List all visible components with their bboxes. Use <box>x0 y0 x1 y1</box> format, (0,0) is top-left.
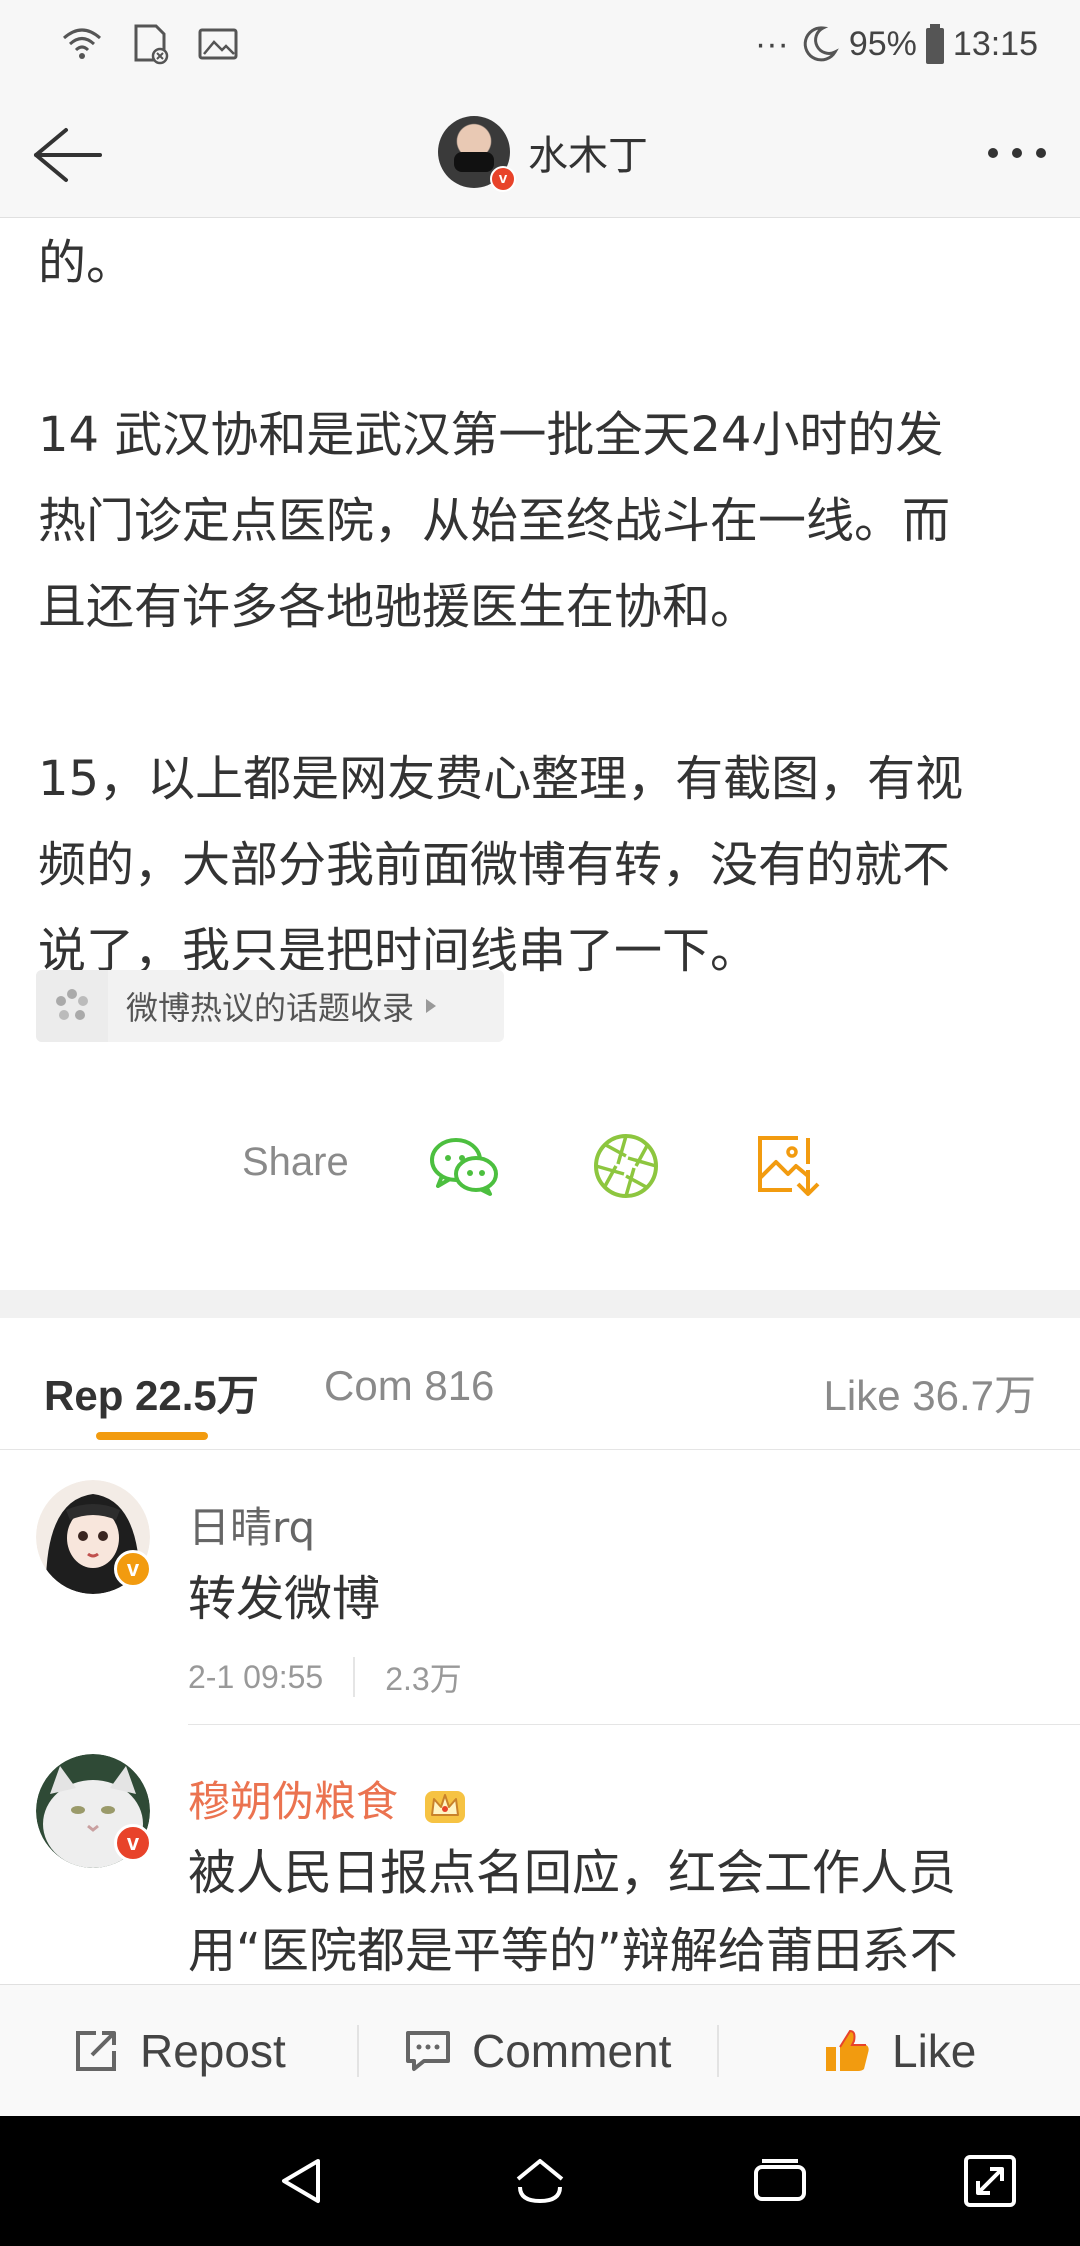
post-line: 频的，大部分我前面微博有转，没有的就不 <box>38 837 951 893</box>
comment-text-line: 用“医院都是平等的”辩解给莆田系不 <box>188 1923 958 1979</box>
verified-badge-icon: v <box>490 166 516 192</box>
image-notification-icon <box>198 28 238 60</box>
comment-icon <box>406 2031 450 2071</box>
comment-time: 2-1 09:55 <box>188 1658 324 1695</box>
comment-text-line: 被人民日报点名回应，红会工作人员 <box>188 1845 957 1901</box>
clock: 13:15 <box>952 24 1038 63</box>
tab-comments[interactable]: Com 816 <box>324 1362 494 1410</box>
wifi-icon <box>63 28 101 59</box>
active-tab-indicator <box>96 1432 208 1440</box>
verified-badge-icon: v <box>114 1550 152 1588</box>
action-divider <box>717 2025 719 2077</box>
share-label: Share <box>242 1140 349 1184</box>
commenter-name-text: 穆朔伪粮食 <box>188 1777 399 1826</box>
avatar-mask-detail <box>454 152 494 172</box>
status-bar: ··· 95% 13:15 <box>0 0 1080 92</box>
post-line: 且还有许多各地驰援医生在协和。 <box>38 579 759 635</box>
post-line: 15，以上都是网友费心整理，有截图，有视 <box>38 751 964 807</box>
do-not-disturb-moon-icon <box>803 26 839 62</box>
comment-button[interactable]: Comment <box>402 1985 671 2117</box>
tab-likes[interactable]: Like 36.7万 <box>824 1362 1036 1423</box>
repost-button[interactable]: Repost <box>70 1985 286 2117</box>
comment-text: 被人民日报点名回应，红会工作人员 用“医院都是平等的”辩解给莆田系不 <box>188 1834 1048 1990</box>
thumbs-up-icon <box>826 2029 869 2071</box>
status-right: ··· 95% 13:15 <box>755 22 1038 66</box>
comment-divider <box>188 1724 1080 1725</box>
section-divider <box>0 1290 1080 1318</box>
author-avatar[interactable]: v <box>438 116 516 192</box>
topic-collection-chip[interactable]: 微博热议的话题收录 <box>36 970 504 1042</box>
comment-label: Comment <box>472 2025 672 2077</box>
nav-fullscreen-icon[interactable] <box>960 2151 1020 2211</box>
sd-card-icon <box>134 24 169 65</box>
more-options-icon[interactable] <box>988 148 1046 158</box>
wechat-icon[interactable] <box>428 1130 500 1202</box>
repost-label: Repost <box>140 2025 286 2077</box>
vip-crown-icon <box>425 1790 466 1823</box>
more-notifications-dots: ··· <box>754 24 789 63</box>
action-divider <box>357 2025 359 2077</box>
post-line: 的。 <box>38 235 135 291</box>
status-left-icons <box>60 22 240 66</box>
pinwheel-icon <box>36 970 108 1042</box>
post-line: 14 武汉协和是武汉第一批全天24小时的发 <box>38 407 944 463</box>
post-line: 热门诊定点医院，从始至终战斗在一线。而 <box>38 493 951 549</box>
author-header[interactable]: v 水木丁 <box>438 116 648 192</box>
avatar[interactable]: v <box>36 1754 152 1868</box>
bottom-action-bar: Repost Comment Like <box>0 1984 1080 2116</box>
post-body: 的。 14 武汉协和是武汉第一批全天24小时的发 热门诊定点医院，从始至终战斗在… <box>38 220 1048 994</box>
repost-icon <box>76 2031 116 2071</box>
author-name[interactable]: 水木丁 <box>528 123 648 181</box>
like-label: Like <box>892 2025 977 2077</box>
top-nav-bar: v 水木丁 <box>0 92 1080 218</box>
battery-percent: 95% <box>848 24 917 63</box>
interaction-tabs: Rep 22.5万 Com 816 Like 36.7万 <box>0 1318 1080 1450</box>
chevron-right-icon <box>426 999 437 1013</box>
like-button[interactable]: Like <box>822 1985 976 2117</box>
comment-meta: 2-1 09:55 2.3万 <box>188 1654 462 1700</box>
commenter-name[interactable]: 穆朔伪粮食 <box>188 1768 467 1829</box>
avatar[interactable]: v <box>36 1480 152 1594</box>
nav-home-icon[interactable] <box>510 2151 570 2211</box>
nav-recents-icon[interactable] <box>750 2151 810 2211</box>
comment-text: 转发微博 <box>188 1571 381 1627</box>
nav-back-icon[interactable] <box>272 2151 332 2211</box>
tab-reposts[interactable]: Rep 22.5万 <box>44 1362 259 1423</box>
topic-chip-label: 微博热议的话题收录 <box>126 989 415 1027</box>
comment-count: 2.3万 <box>385 1661 462 1697</box>
back-arrow-icon[interactable] <box>28 120 108 190</box>
system-nav-bar <box>0 2116 1080 2246</box>
save-image-icon[interactable] <box>752 1130 824 1202</box>
share-row: Share <box>0 1120 1080 1208</box>
verified-badge-icon: v <box>114 1824 152 1862</box>
moments-icon[interactable] <box>590 1130 662 1202</box>
battery-icon <box>925 24 944 64</box>
commenter-name[interactable]: 日晴rq <box>188 1494 315 1555</box>
